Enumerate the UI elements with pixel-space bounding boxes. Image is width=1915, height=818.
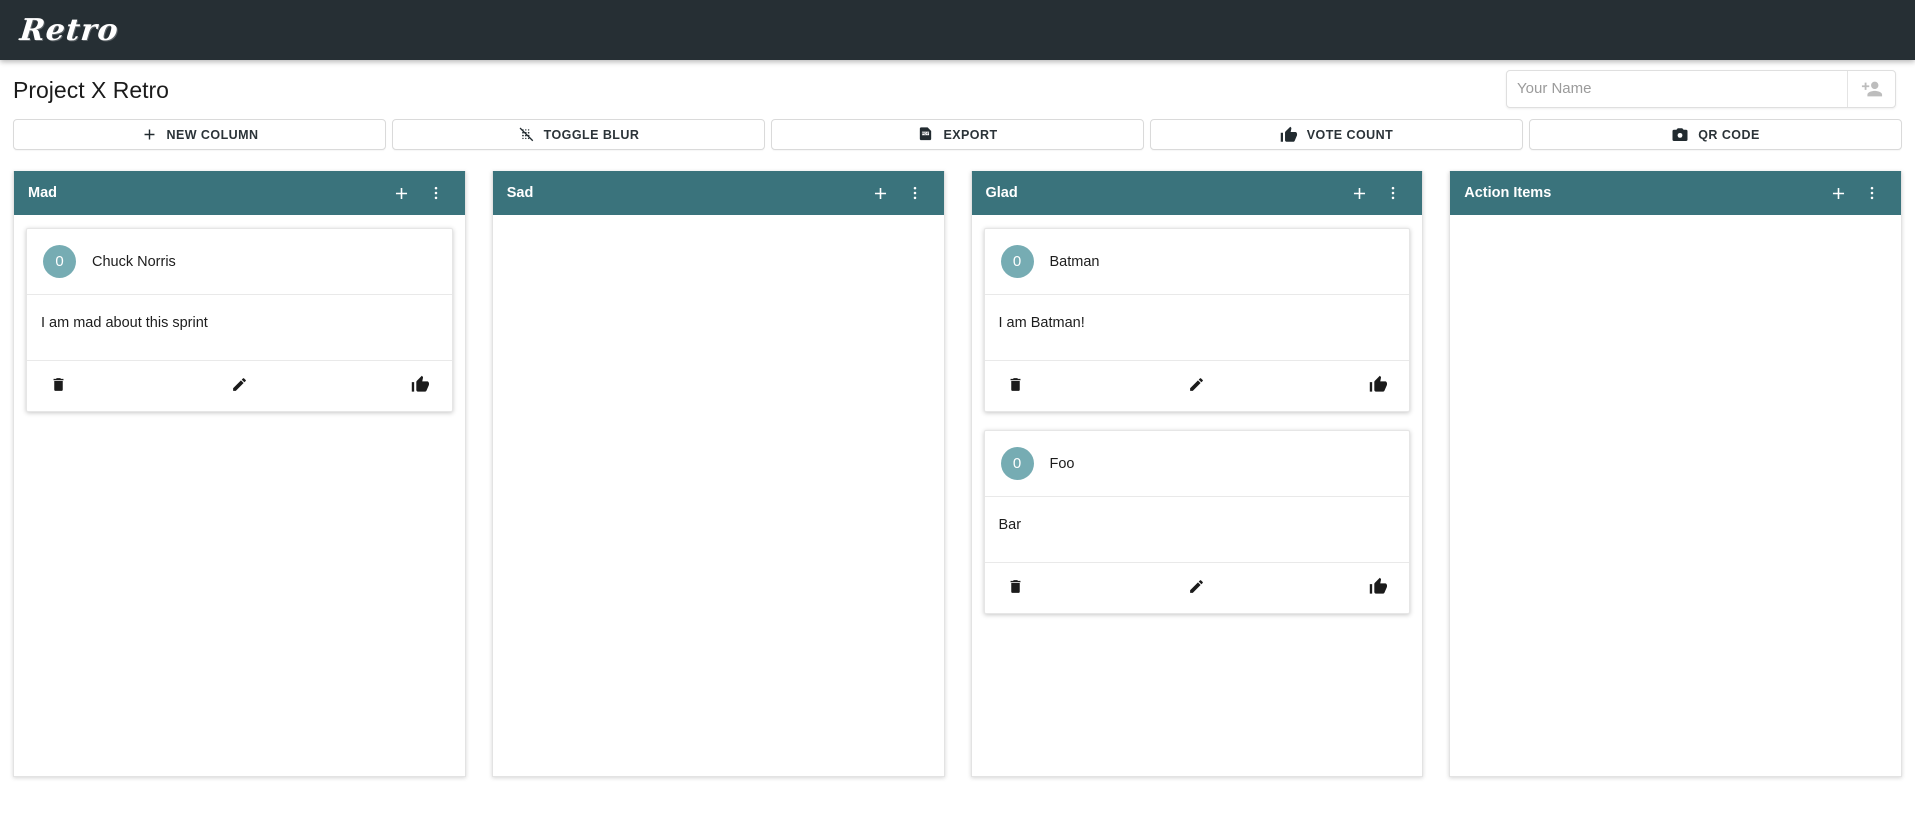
camera-icon bbox=[1671, 126, 1689, 144]
vote-avatar: 0 bbox=[1000, 447, 1034, 480]
column-menu-button[interactable] bbox=[419, 176, 453, 210]
new-column-button[interactable]: NEW COLUMN bbox=[13, 119, 386, 150]
pdf-icon: PDF bbox=[917, 126, 934, 143]
column-header: Glad bbox=[971, 171, 1423, 215]
column-card-list bbox=[493, 215, 944, 776]
edit-card-button[interactable] bbox=[1184, 371, 1210, 397]
column-title: Glad bbox=[985, 185, 1018, 201]
column-action-items: Action Items bbox=[1449, 171, 1902, 777]
card-author: Batman bbox=[1049, 253, 1100, 270]
add-card-button[interactable] bbox=[1821, 176, 1855, 210]
column-menu-button[interactable] bbox=[898, 176, 932, 210]
card-author: Chuck Norris bbox=[92, 253, 176, 270]
card-author: Foo bbox=[1049, 455, 1075, 472]
toggle-blur-label: TOGGLE BLUR bbox=[543, 127, 640, 142]
card-text: I am Batman! bbox=[984, 295, 1410, 361]
toggle-blur-button[interactable]: TOGGLE BLUR bbox=[392, 119, 765, 150]
qr-code-button[interactable]: QR CODE bbox=[1529, 119, 1902, 150]
delete-card-button[interactable] bbox=[1003, 573, 1029, 599]
app-logo: Retro bbox=[18, 12, 121, 48]
plus-icon bbox=[141, 126, 158, 143]
column-header: Mad bbox=[14, 171, 465, 215]
vote-count-label: VOTE COUNT bbox=[1306, 127, 1394, 142]
card-actions bbox=[27, 361, 452, 411]
card-header: 0 Foo bbox=[984, 431, 1410, 497]
add-card-button[interactable] bbox=[864, 176, 898, 210]
column-card-list bbox=[1450, 215, 1901, 776]
vote-card-button[interactable] bbox=[1365, 573, 1391, 599]
delete-card-button[interactable] bbox=[1003, 371, 1029, 397]
retro-card[interactable]: 0 Chuck Norris I am mad about this sprin… bbox=[26, 228, 453, 412]
vote-card-button[interactable] bbox=[1365, 371, 1391, 397]
person-add-icon bbox=[1861, 78, 1883, 100]
vote-card-button[interactable] bbox=[408, 371, 434, 397]
column-title: Action Items bbox=[1464, 185, 1552, 201]
card-actions bbox=[985, 563, 1410, 613]
vote-count-button[interactable]: VOTE COUNT bbox=[1150, 119, 1523, 150]
column-title: Sad bbox=[506, 185, 534, 201]
app-bar: Retro bbox=[0, 0, 1915, 60]
your-name-input[interactable] bbox=[1507, 70, 1847, 107]
toolbar: NEW COLUMN TOGGLE BLUR PDF EXPORT VOTE C… bbox=[0, 119, 1915, 150]
retro-card[interactable]: 0 Foo Bar bbox=[983, 430, 1411, 614]
retro-card[interactable]: 0 Batman I am Batman! bbox=[983, 228, 1411, 412]
column-mad: Mad 0 Chuck Norris I am mad about this s… bbox=[13, 171, 466, 777]
column-glad: Glad 0 Batman I am Batman! 0 Foo Bar bbox=[970, 171, 1424, 777]
page-title: Project X Retro bbox=[13, 77, 169, 103]
thumb-up-icon bbox=[1280, 126, 1298, 144]
title-row: Project X Retro bbox=[0, 60, 1915, 117]
blur-off-icon bbox=[518, 126, 535, 143]
card-header: 0 Batman bbox=[984, 229, 1410, 295]
column-header: Sad bbox=[492, 171, 944, 215]
add-user-button[interactable] bbox=[1847, 70, 1895, 107]
column-menu-button[interactable] bbox=[1855, 176, 1889, 210]
card-actions bbox=[985, 361, 1410, 411]
new-column-label: NEW COLUMN bbox=[166, 127, 259, 142]
card-header: 0 Chuck Norris bbox=[27, 229, 452, 295]
vote-avatar: 0 bbox=[43, 245, 76, 278]
vote-avatar: 0 bbox=[1000, 245, 1034, 278]
card-text: Bar bbox=[984, 497, 1410, 563]
column-card-list: 0 Chuck Norris I am mad about this sprin… bbox=[14, 215, 465, 776]
name-field-wrapper bbox=[1506, 69, 1896, 108]
column-sad: Sad bbox=[491, 171, 945, 777]
export-button[interactable]: PDF EXPORT bbox=[771, 119, 1144, 150]
delete-card-button[interactable] bbox=[45, 371, 71, 397]
column-card-list: 0 Batman I am Batman! 0 Foo Bar bbox=[972, 215, 1423, 776]
column-header: Action Items bbox=[1450, 171, 1901, 215]
add-card-button[interactable] bbox=[385, 176, 419, 210]
column-title: Mad bbox=[28, 185, 57, 201]
qr-code-label: QR CODE bbox=[1698, 127, 1760, 142]
column-menu-button[interactable] bbox=[1376, 176, 1410, 210]
edit-card-button[interactable] bbox=[226, 371, 252, 397]
edit-card-button[interactable] bbox=[1184, 573, 1210, 599]
card-text: I am mad about this sprint bbox=[27, 295, 452, 361]
export-label: EXPORT bbox=[943, 127, 998, 142]
svg-text:PDF: PDF bbox=[922, 132, 929, 136]
retro-board: Mad 0 Chuck Norris I am mad about this s… bbox=[0, 150, 1915, 777]
add-card-button[interactable] bbox=[1342, 176, 1376, 210]
